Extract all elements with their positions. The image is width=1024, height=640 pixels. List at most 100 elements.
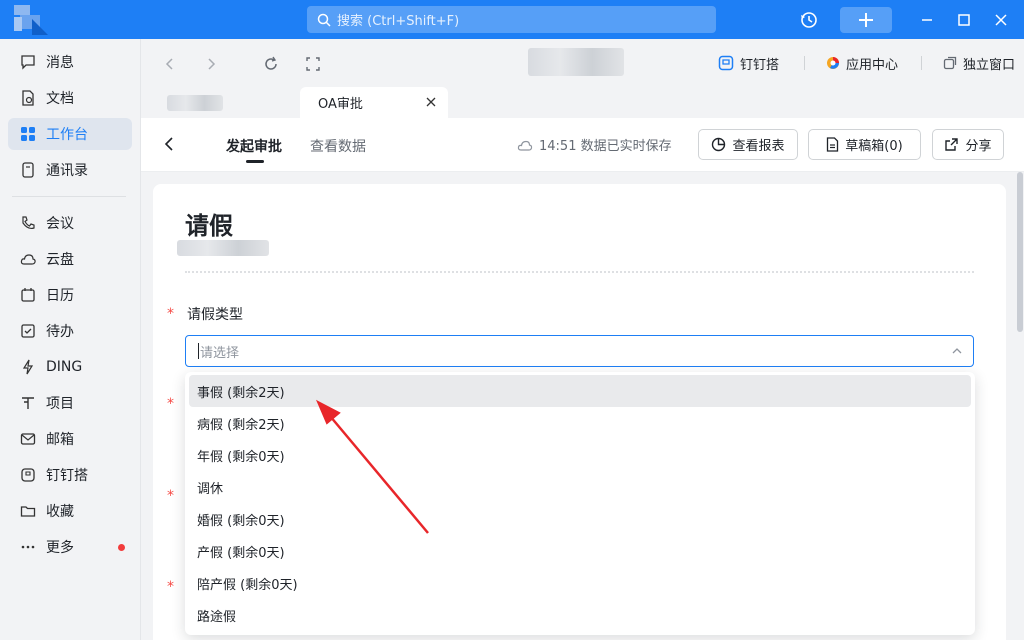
sidebar-divider xyxy=(12,196,126,197)
drafts-button[interactable]: 草稿箱(0) xyxy=(808,129,921,160)
sidebar-item-mail[interactable]: 邮箱 xyxy=(8,423,132,455)
sidebar-item-more[interactable]: 更多 xyxy=(8,531,132,563)
leave-type-dropdown: 事假 (剩余2天) 病假 (剩余2天) 年假 (剩余0天) 调休 婚假 (剩余0… xyxy=(185,372,975,635)
sidebar-item-favorites[interactable]: 收藏 xyxy=(8,495,132,527)
grid-icon xyxy=(20,126,36,142)
view-report-button[interactable]: 查看报表 xyxy=(698,129,798,160)
notification-dot xyxy=(118,544,125,551)
close-window-icon[interactable] xyxy=(990,9,1012,31)
sidebar-item-label: 会议 xyxy=(46,216,74,232)
back-arrow-icon[interactable] xyxy=(163,137,177,151)
nav-separator xyxy=(804,56,805,70)
nav-link-app-center[interactable]: 应用中心 xyxy=(826,53,898,73)
active-tab-indicator xyxy=(246,160,264,163)
tab-label: OA审批 xyxy=(318,97,363,112)
sidebar-item-messages[interactable]: 消息 xyxy=(8,46,132,78)
dropdown-option-personal-leave[interactable]: 事假 (剩余2天) xyxy=(189,375,971,407)
cloud-icon xyxy=(517,140,533,151)
plus-icon xyxy=(859,13,873,27)
nav-link-standalone-window[interactable]: 独立窗口 xyxy=(943,53,1015,73)
tab-oa-approval[interactable]: OA审批 xyxy=(300,87,448,118)
nav-forward-icon[interactable] xyxy=(202,55,220,73)
nav-link-builder[interactable]: 钉钉搭 xyxy=(718,53,779,73)
sidebar-item-meetings[interactable]: 会议 xyxy=(8,207,132,239)
sidebar-item-label: 待办 xyxy=(46,324,74,340)
sidebar-item-label: 项目 xyxy=(46,396,74,412)
sidebar-item-cloud-drive[interactable]: 云盘 xyxy=(8,243,132,275)
tab-bar: OA审批 xyxy=(141,87,1024,118)
search-icon xyxy=(317,13,331,27)
required-mark: * xyxy=(167,488,174,504)
history-icon[interactable] xyxy=(798,9,820,31)
text-caret xyxy=(198,343,199,359)
sidebar-item-todo[interactable]: 待办 xyxy=(8,315,132,347)
sidebar: 消息 文档 工作台 通讯录 会议 云盘 日历 待办 DING 项目 邮箱 钉钉搭… xyxy=(0,39,141,640)
tab-start-approval[interactable]: 发起审批 xyxy=(226,136,282,156)
refresh-icon[interactable] xyxy=(262,55,280,73)
phone-icon xyxy=(20,215,36,231)
form-title: 请假 xyxy=(185,212,233,240)
maximize-icon[interactable] xyxy=(953,9,975,31)
mail-icon xyxy=(20,431,36,447)
sidebar-item-projects[interactable]: 项目 xyxy=(8,387,132,419)
page-header: 发起审批 查看数据 14:51 数据已实时保存 查看报表 草稿箱(0) 分享 xyxy=(141,118,1024,172)
sidebar-item-calendar[interactable]: 日历 xyxy=(8,279,132,311)
sidebar-item-label: 收藏 xyxy=(46,504,74,520)
dropdown-option-sick-leave[interactable]: 病假 (剩余2天) xyxy=(189,407,971,439)
dropdown-option-marriage-leave[interactable]: 婚假 (剩余0天) xyxy=(189,503,971,535)
sidebar-item-label: 邮箱 xyxy=(46,432,74,448)
folder-icon xyxy=(20,503,36,519)
dropdown-option-maternity-leave[interactable]: 产假 (剩余0天) xyxy=(189,535,971,567)
cloud-icon xyxy=(20,251,36,267)
select-placeholder: 请选择 xyxy=(200,345,240,361)
sidebar-item-workbench[interactable]: 工作台 xyxy=(8,118,132,150)
pie-chart-icon xyxy=(712,137,726,152)
dropdown-option-paternity-leave[interactable]: 陪产假 (剩余0天) xyxy=(189,567,971,599)
required-mark: * xyxy=(167,396,174,412)
project-icon xyxy=(20,395,36,411)
sidebar-item-label: 消息 xyxy=(46,55,74,71)
window-icon xyxy=(943,56,957,70)
required-mark: * xyxy=(167,579,174,595)
checklist-icon xyxy=(20,323,36,339)
global-search-input[interactable]: 搜索 (Ctrl+Shift+F) xyxy=(307,6,716,33)
sidebar-item-label: 文档 xyxy=(46,91,74,107)
lightning-icon xyxy=(20,359,36,375)
form-subtitle-redacted xyxy=(177,240,269,256)
sidebar-item-contacts[interactable]: 通讯录 xyxy=(8,154,132,186)
sidebar-item-label: 日历 xyxy=(46,288,74,304)
tab-redacted[interactable] xyxy=(167,95,223,111)
org-selector-redacted[interactable] xyxy=(528,48,624,76)
leave-type-label: 请假类型 xyxy=(187,307,243,323)
browser-nav-bar: 钉钉搭 应用中心 独立窗口 xyxy=(141,39,1024,87)
builder-icon xyxy=(718,55,734,71)
sidebar-item-builder[interactable]: 钉钉搭 xyxy=(8,459,132,491)
share-button[interactable]: 分享 xyxy=(932,129,1004,160)
sidebar-item-docs[interactable]: 文档 xyxy=(8,82,132,114)
tab-view-data[interactable]: 查看数据 xyxy=(310,136,366,156)
dropdown-option-annual-leave[interactable]: 年假 (剩余0天) xyxy=(189,439,971,471)
dropdown-option-compensatory-leave[interactable]: 调休 xyxy=(189,471,971,503)
leave-type-select[interactable]: 请选择 xyxy=(185,335,974,367)
chevron-up-icon xyxy=(952,348,962,354)
add-button[interactable] xyxy=(840,7,892,33)
sidebar-item-label: 云盘 xyxy=(46,252,74,268)
sidebar-item-ding[interactable]: DING xyxy=(8,351,132,383)
minimize-icon[interactable] xyxy=(916,9,938,31)
content-scrollbar[interactable] xyxy=(1017,172,1023,332)
sidebar-item-label: 通讯录 xyxy=(46,163,88,179)
title-bar: 搜索 (Ctrl+Shift+F) xyxy=(0,0,1024,39)
sidebar-item-label: 工作台 xyxy=(46,127,88,143)
fullscreen-icon[interactable] xyxy=(304,55,322,73)
builder-icon xyxy=(20,467,36,483)
sidebar-item-label: DING xyxy=(46,359,83,375)
chat-bubble-icon xyxy=(20,54,36,70)
nav-back-icon[interactable] xyxy=(161,55,179,73)
calendar-icon xyxy=(20,287,36,303)
close-icon[interactable] xyxy=(424,95,438,109)
dropdown-option-travel-leave[interactable]: 路途假 xyxy=(189,599,971,631)
nav-separator xyxy=(921,56,922,70)
required-mark: * xyxy=(167,306,174,322)
sidebar-item-label: 更多 xyxy=(46,540,74,556)
contacts-icon xyxy=(20,162,36,178)
